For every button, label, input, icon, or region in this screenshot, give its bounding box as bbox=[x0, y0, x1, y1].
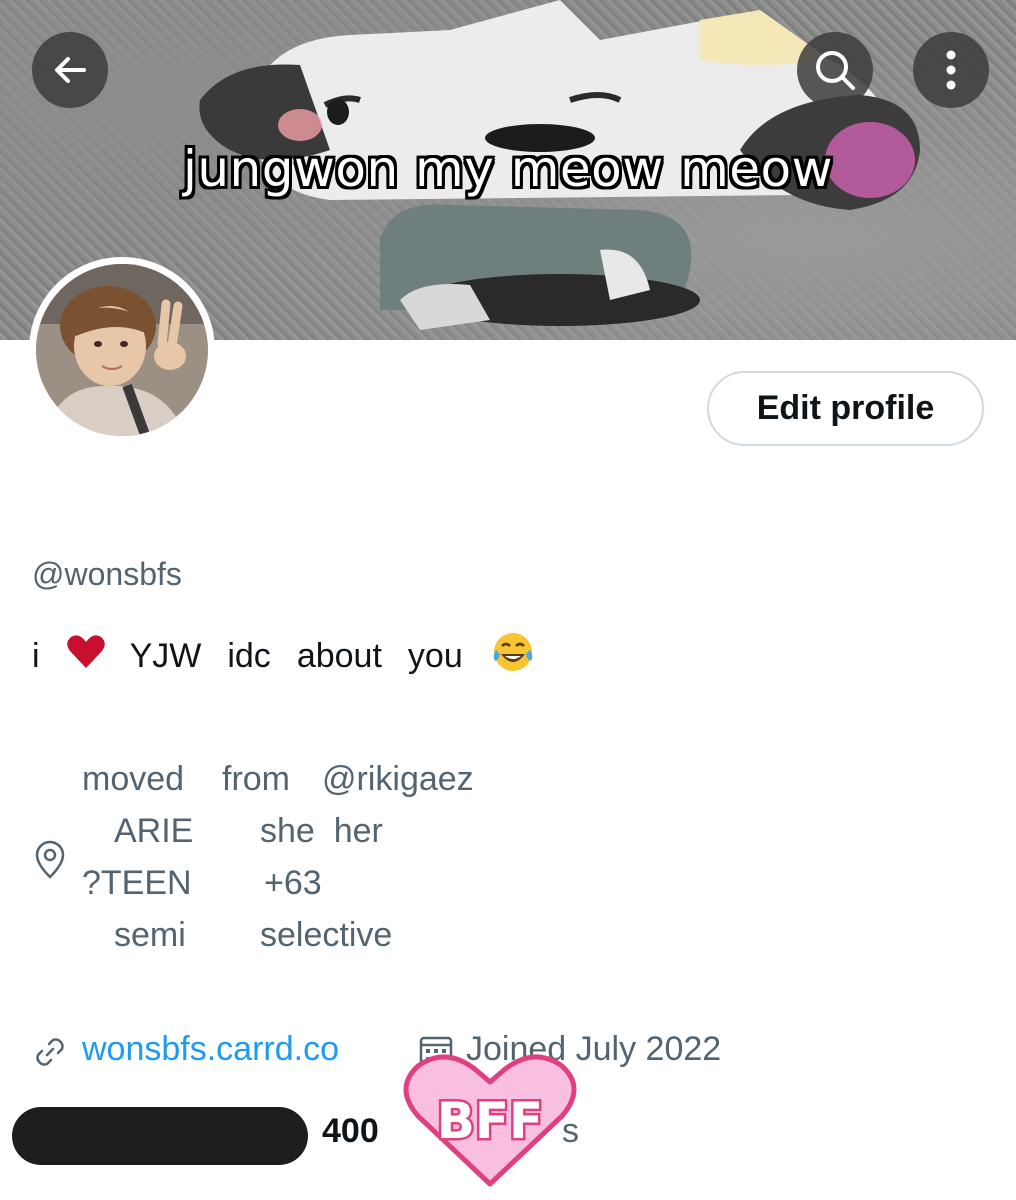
bio: i YJW idc about you bbox=[32, 630, 535, 683]
location-word: +63 bbox=[264, 864, 322, 902]
user-handle: @wonsbfs bbox=[32, 556, 182, 592]
more-vertical-icon bbox=[946, 50, 956, 90]
sticker-text: BFF bbox=[437, 1092, 543, 1150]
link-icon bbox=[32, 1034, 68, 1075]
redacted-following-count bbox=[12, 1107, 308, 1165]
bio-word: i bbox=[32, 637, 40, 675]
location-word: semi bbox=[114, 916, 186, 954]
avatar-photo bbox=[36, 264, 208, 436]
banner-caption: jungwon my meow meow bbox=[182, 140, 834, 198]
search-icon bbox=[816, 51, 855, 90]
heart-emoji-icon bbox=[66, 634, 106, 679]
bio-word: YJW bbox=[129, 637, 202, 675]
website-link[interactable]: wonsbfs.carrd.co bbox=[82, 1030, 339, 1069]
back-arrow-icon bbox=[55, 57, 86, 83]
tears-of-joy-emoji-icon bbox=[491, 630, 535, 683]
bio-word: you bbox=[407, 637, 463, 675]
edit-profile-button[interactable]: Edit profile bbox=[707, 371, 984, 446]
location-word: selective bbox=[260, 916, 393, 954]
search-button[interactable] bbox=[797, 32, 873, 108]
location-word: she her bbox=[260, 812, 383, 850]
location-pin-icon bbox=[33, 840, 67, 885]
location-word: @rikigaez bbox=[322, 760, 474, 798]
bff-heart-sticker: BFF bbox=[400, 1050, 580, 1195]
bio-word: idc bbox=[227, 637, 271, 675]
location-word: from bbox=[222, 760, 290, 798]
location-word: ?TEEN bbox=[82, 864, 192, 902]
location-word: ARIE bbox=[114, 812, 194, 850]
location-word: moved bbox=[82, 760, 185, 798]
more-options-button[interactable] bbox=[913, 32, 989, 108]
back-button[interactable] bbox=[32, 32, 108, 108]
follower-count[interactable]: 400 bbox=[322, 1112, 379, 1151]
avatar[interactable] bbox=[29, 257, 215, 443]
bio-word: about bbox=[296, 637, 382, 675]
